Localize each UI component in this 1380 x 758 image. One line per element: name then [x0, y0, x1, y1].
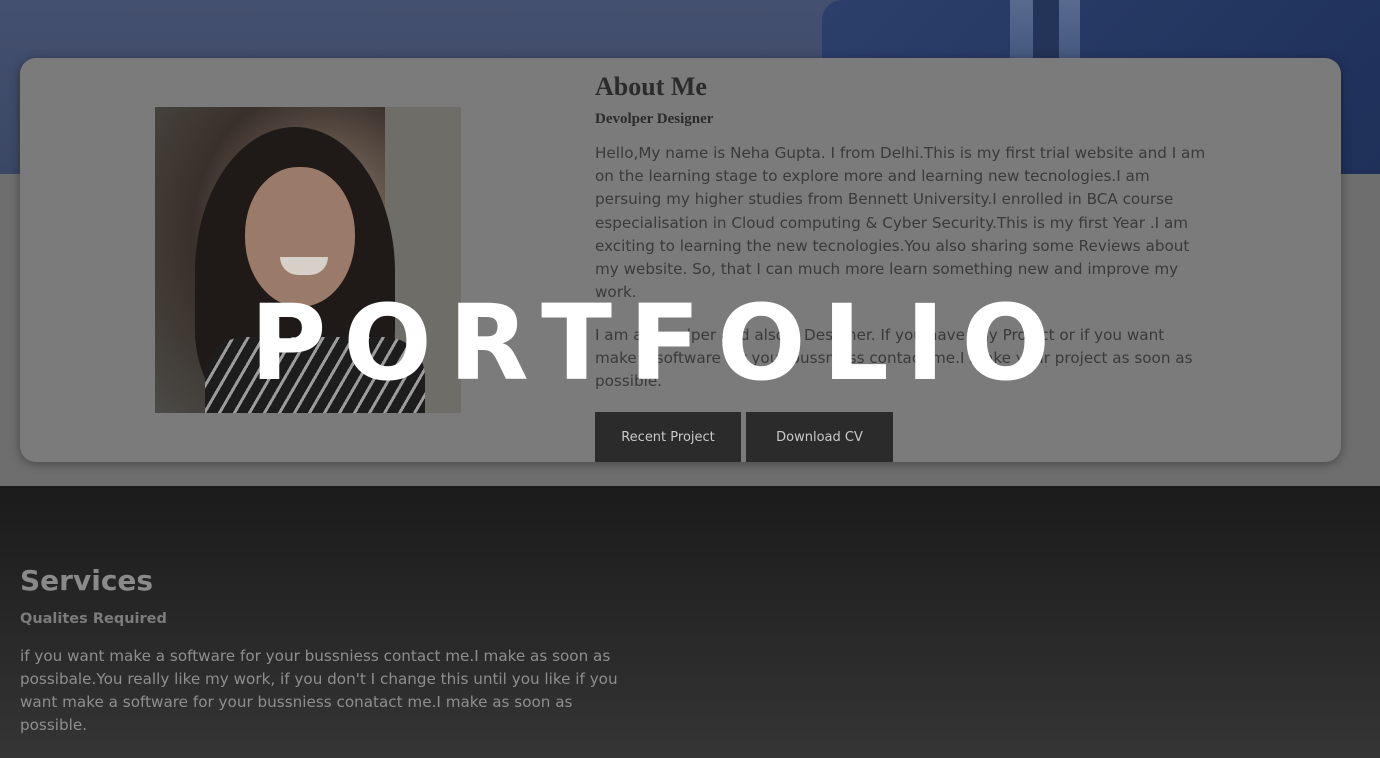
hero-tie-image — [1033, 0, 1059, 60]
about-paragraph-1: Hello,My name is Neha Gupta. I from Delh… — [595, 144, 1206, 302]
services-paragraph: if you want make a software for your bus… — [20, 647, 618, 734]
download-cv-button[interactable]: Download CV — [746, 412, 893, 462]
about-title: About Me — [595, 72, 707, 101]
portfolio-overlay-title: PORTFOLIO — [250, 282, 1067, 404]
services-title: Services — [20, 564, 154, 597]
recent-project-button[interactable]: Recent Project — [595, 412, 741, 462]
services-section: Services Qualites Required if you want m… — [0, 486, 1380, 758]
about-subtitle: Devolper Designer — [595, 111, 714, 127]
services-subtitle: Qualites Required — [20, 611, 167, 627]
